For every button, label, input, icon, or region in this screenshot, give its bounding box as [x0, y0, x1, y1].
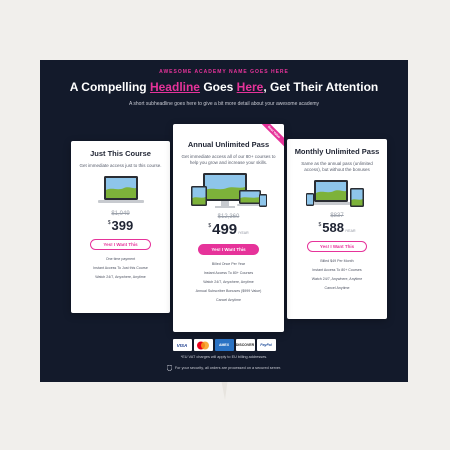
buy-course-button[interactable]: Yes! I Want This [90, 239, 151, 251]
plan-old-price: $12,360 [217, 214, 240, 221]
devices-icon [306, 180, 364, 208]
plan-card-course: Just This Course Get immediate access ju… [71, 141, 170, 313]
feature-item: Billed Once Per Year [211, 262, 246, 267]
plan-features: Billed $49 Per Month Instant Access To 8… [287, 259, 387, 290]
secure-note: For your security, all orders are proces… [40, 365, 408, 371]
feature-item: One time payment [105, 257, 136, 262]
plan-description: Get immediate access just to this course… [79, 163, 162, 168]
buy-annual-button[interactable]: Yes! I Want This [198, 244, 259, 256]
plan-title: Monthly Unlimited Pass [294, 147, 380, 156]
feature-item: Billed $49 Per Month [320, 259, 354, 264]
plan-features: Billed Once Per Year Instant Access To 8… [173, 262, 284, 302]
discover-icon: DISCOVER [235, 339, 255, 351]
laptop-icon [97, 176, 144, 204]
feature-item: Instant Access To 80+ Courses [203, 271, 254, 276]
plan-description: Get immediate access all of our 80+ cour… [181, 154, 276, 166]
plan-description: Same as the annual pass (unlimited acces… [301, 161, 373, 173]
plan-title: Annual Unlimited Pass [187, 140, 270, 149]
plan-old-price: $837 [330, 213, 344, 220]
plan-price: $ 399 [107, 218, 134, 234]
page-headline: A Compelling Headline Goes Here, Get The… [69, 80, 379, 94]
plan-price: $ 588 /YEAR [318, 220, 356, 236]
paypal-icon: PayPal [256, 339, 276, 351]
feature-item: Cancel Anytime [324, 286, 350, 291]
feature-item: Watch 24/7, Anywhere, Anytime [203, 280, 254, 285]
plan-title: Just This Course [90, 149, 151, 158]
plan-price: $ 499 /YEAR [208, 221, 249, 239]
plan-features: One time payment Instant Access To Just … [71, 257, 170, 279]
visa-icon: VISA [172, 339, 192, 351]
academy-name: AWESOME ACADEMY NAME GOES HERE [159, 69, 289, 75]
plan-card-annual: Best Value Annual Unlimited Pass Get imm… [173, 124, 284, 332]
buy-monthly-button[interactable]: Yes! I Want This [306, 241, 368, 253]
plan-card-monthly: Monthly Unlimited Pass Same as the annua… [287, 139, 387, 319]
payment-methods: VISA AMEX DISCOVER PayPal [40, 339, 408, 351]
feature-item: Watch 24/7, Anywhere, Anytime [311, 277, 363, 282]
feature-item: Watch 24/7, Anywhere, Anytime [95, 275, 146, 280]
page-subheadline: A short subheadline goes here to give a … [128, 101, 320, 107]
feature-item: Instant Access To Just this Course [93, 266, 148, 271]
mastercard-icon [193, 339, 213, 351]
feature-item: Instant Access To 80+ Courses [312, 268, 362, 273]
vat-note: *EU VAT charges will apply to EU billing… [180, 355, 268, 359]
feature-item: Cancel Anytime [216, 298, 241, 303]
shield-icon [166, 365, 172, 371]
devices-icon [190, 173, 267, 209]
plan-old-price: $1,049 [111, 211, 130, 218]
headline-highlight: Here [236, 80, 264, 94]
feature-item: Annual Subscriber Bonuses ($999 Value) [195, 289, 262, 294]
headline-highlight: Headline [149, 80, 200, 94]
amex-icon: AMEX [214, 339, 234, 351]
